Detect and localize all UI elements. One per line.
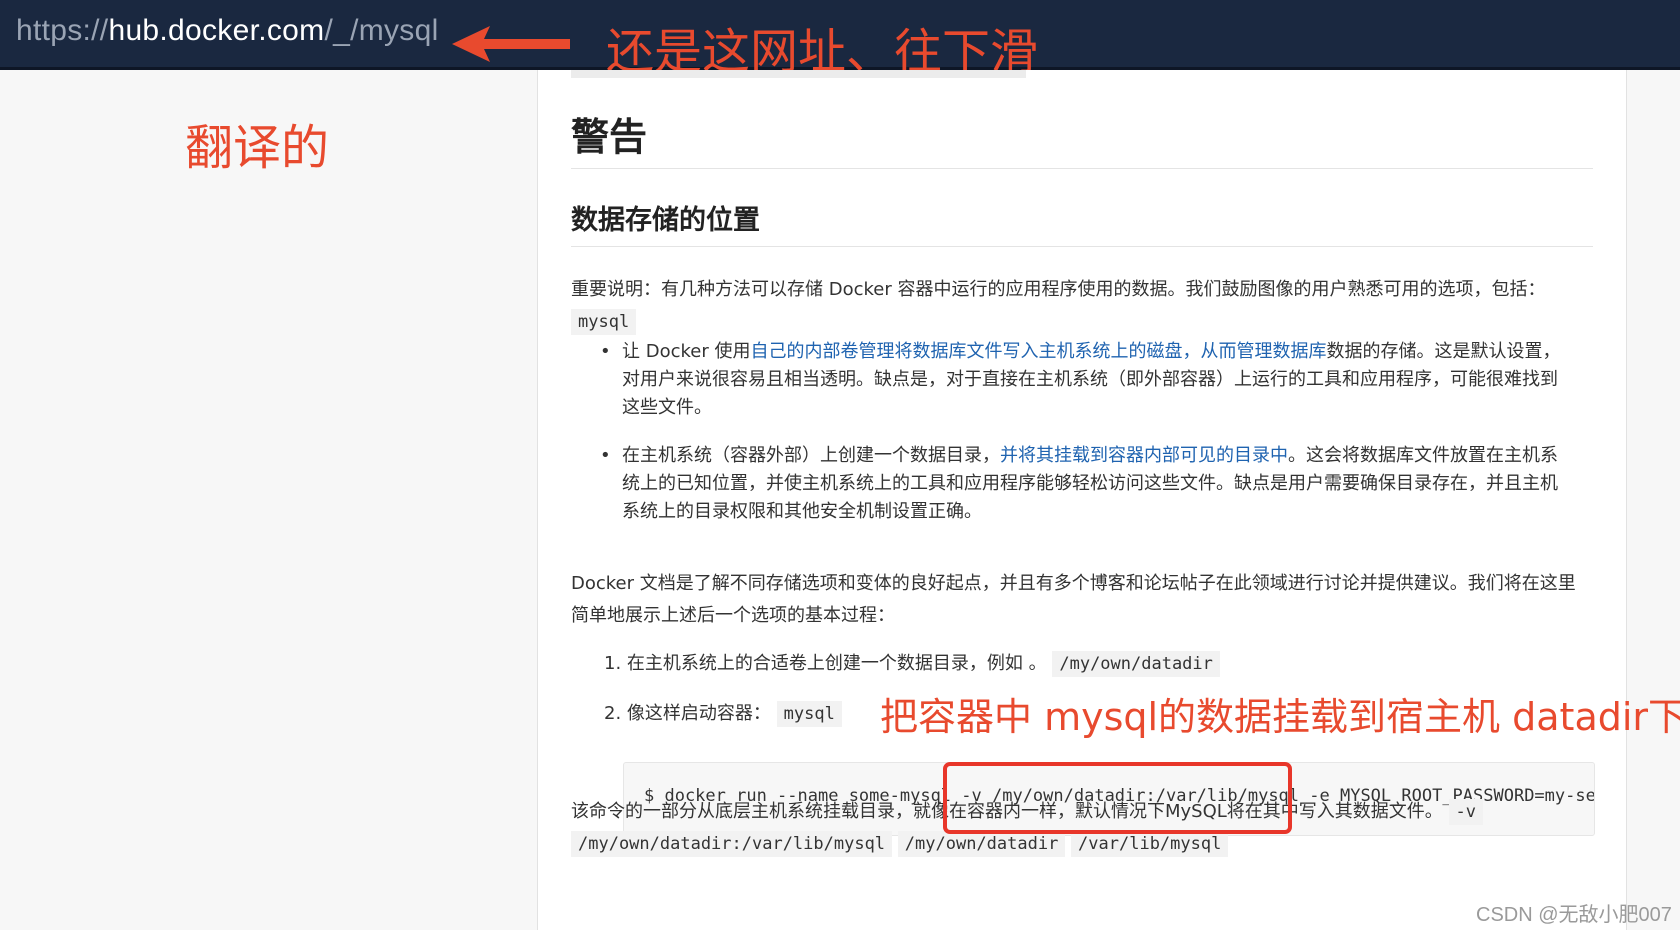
annotation-arrow-icon (452, 26, 570, 62)
docs-paragraph: Docker 文档是了解不同存储选项和变体的良好起点，并且有多个博客和论坛帖子在… (571, 573, 1576, 626)
list-item: 在主机系统（容器外部）上创建一个数据目录，并将其挂载到容器内部可见的目录中。这会… (598, 442, 1570, 526)
inline-code: /my/own/datadir (897, 831, 1066, 857)
faded-previous-line (571, 70, 1026, 78)
annotation-left-note: 翻译的 (185, 120, 330, 176)
section-heading: 警告 (571, 115, 648, 159)
annotation-highlight-box (943, 762, 1292, 834)
mount-directory-link[interactable]: 并将其挂载到容器内部可见的目录中 (1000, 445, 1288, 466)
step-one: 1. 在主机系统上的合适卷上创建一个数据目录，例如 。 /my/own/data… (604, 648, 1220, 680)
step-one-text: 1. 在主机系统上的合适卷上创建一个数据目录，例如 。 (604, 653, 1047, 674)
intro-paragraph: 重要说明：有几种方法可以存储 Docker 容器中运行的应用程序使用的数据。我们… (571, 274, 1593, 338)
options-list: 让 Docker 使用自己的内部卷管理将数据库文件写入主机系统上的磁盘，从而管理… (598, 338, 1570, 526)
inline-code: -v (1448, 799, 1484, 825)
step-two: 2. 像这样启动容器： mysql (604, 698, 842, 730)
intro-text: 重要说明：有几种方法可以存储 Docker 容器中运行的应用程序使用的数据。我们… (571, 279, 1546, 300)
inline-code: mysql (571, 309, 637, 335)
url-host: hub.docker.com (108, 14, 325, 47)
browser-url-bar: https://hub.docker.com/_/mysql 还是这网址、往下滑 (0, 0, 1680, 80)
watermark: CSDN @无敌小肥007 (1476, 904, 1672, 926)
divider (571, 168, 1593, 169)
url-text[interactable]: https://hub.docker.com/_/mysql (16, 14, 439, 48)
step-two-text: 2. 像这样启动容器： (604, 703, 771, 724)
list-item-text: 在主机系统（容器外部）上创建一个数据目录， (622, 445, 1000, 466)
subsection-heading: 数据存储的位置 (571, 205, 760, 236)
divider (571, 246, 1593, 247)
list-item-text: 让 Docker 使用 (622, 341, 751, 362)
inline-code: /my/own/datadir (1052, 651, 1220, 677)
inline-code: mysql (776, 701, 842, 727)
inline-code: /var/lib/mysql (1071, 831, 1229, 857)
annotation-middle-note: 把容器中 mysql的数据挂载到宿主机 datadir下 (880, 695, 1680, 739)
list-item: 让 Docker 使用自己的内部卷管理将数据库文件写入主机系统上的磁盘，从而管理… (598, 338, 1570, 422)
volume-management-link[interactable]: 自己的内部卷管理将数据库文件写入主机系统上的磁盘，从而管理数据库 (750, 341, 1326, 362)
url-path: /_/mysql (324, 14, 439, 47)
inline-code: /my/own/datadir:/var/lib/mysql (571, 831, 893, 857)
url-prefix: https:// (16, 14, 109, 47)
